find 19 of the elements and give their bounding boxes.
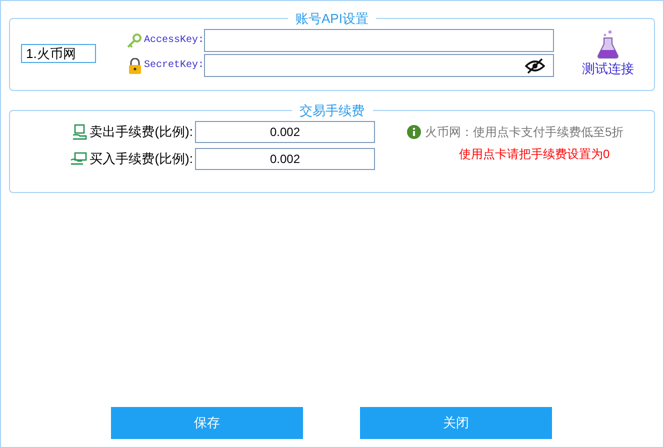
warning-text: 使用点卡请把手续费设置为0 <box>459 146 610 163</box>
field-label: SecretKey: <box>144 59 204 74</box>
key-icon <box>126 32 142 49</box>
field-label: AccessKey: <box>144 34 204 48</box>
flask-icon <box>597 28 619 58</box>
fee-label: 买入手续费(比例): <box>90 150 193 168</box>
exchange-dropdown[interactable]: 1.火币网 <box>21 44 96 63</box>
fee-field[interactable]: 0.002 <box>195 120 375 142</box>
info-text: 火币网：使用点卡支付手续费低至5折 <box>425 124 624 141</box>
eye-slash-icon[interactable] <box>525 58 545 74</box>
lock-icon <box>128 58 142 74</box>
group-title: 账号API设置 <box>294 10 370 28</box>
fee-field[interactable]: 0.002 <box>195 148 375 170</box>
info-icon <box>407 125 421 139</box>
group-title: 交易手续费 <box>298 102 366 120</box>
secret-key-field[interactable] <box>204 54 554 78</box>
access-key-field[interactable] <box>204 29 554 52</box>
fee-label: 卖出手续费(比例): <box>90 122 193 141</box>
test-connection-button[interactable]: 测试连接 <box>582 28 634 78</box>
